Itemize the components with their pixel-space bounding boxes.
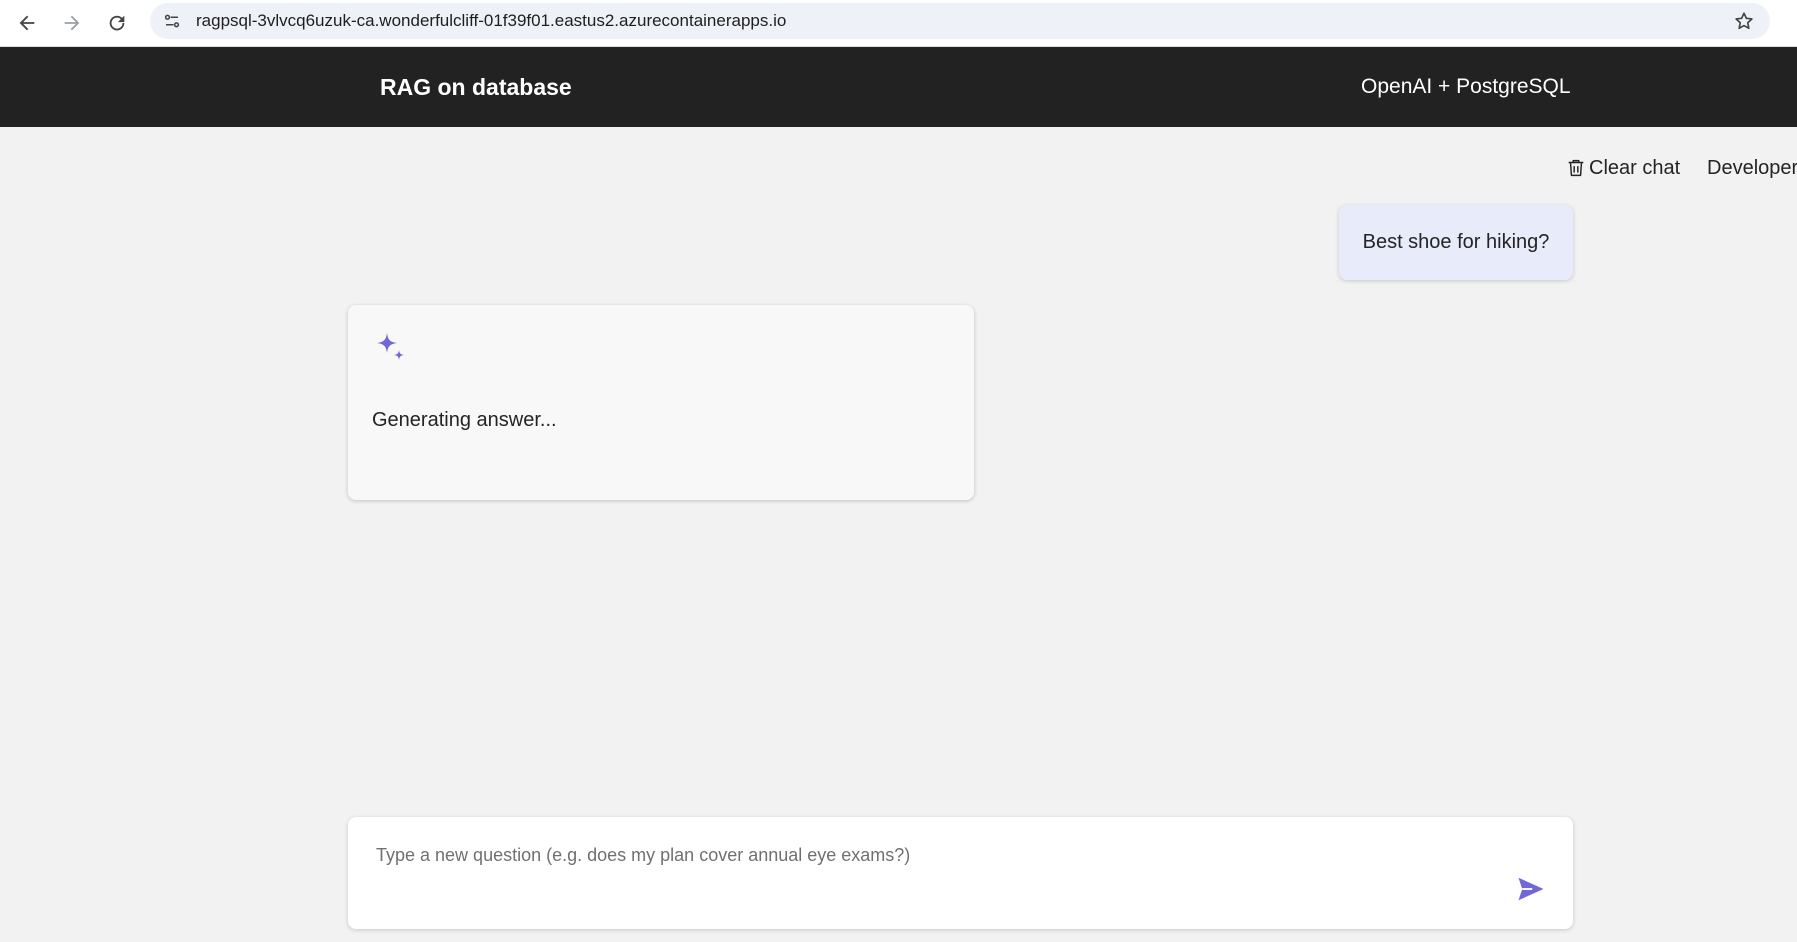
reload-icon [109,15,125,31]
trash-icon [1568,159,1584,177]
developer-settings-label: Developer settings [1707,156,1797,179]
address-bar[interactable]: ragpsql-3vlvcq6uzuk-ca.wonderfulcliff-01… [150,3,1770,39]
user-message: Best shoe for hiking? [1339,205,1573,280]
forward-button[interactable] [55,6,89,40]
reload-button[interactable] [100,6,134,40]
site-info-button[interactable] [158,7,186,35]
generating-status: Generating answer... [372,409,557,431]
question-input[interactable] [374,835,1494,875]
bookmark-button[interactable] [1730,7,1758,35]
back-button[interactable] [10,6,44,40]
send-button[interactable] [1511,869,1551,909]
app-subtitle: OpenAI + PostgreSQL [1361,75,1571,98]
bookmark-star-icon [1735,12,1753,30]
sparkle-icon [377,333,404,360]
user-message-text: Best shoe for hiking? [1362,231,1550,253]
url-text[interactable]: ragpsql-3vlvcq6uzuk-ca.wonderfulcliff-01… [196,3,786,39]
answer-card: Generating answer... [348,305,974,500]
forward-arrow-icon [64,15,80,31]
clear-chat-button[interactable]: Clear chat [1565,152,1680,184]
app-title[interactable]: RAG on database [380,47,572,127]
browser-toolbar: ragpsql-3vlvcq6uzuk-ca.wonderfulcliff-01… [0,0,1797,47]
app-header: RAG on database OpenAI + PostgreSQL [0,47,1797,127]
back-arrow-icon [19,15,35,31]
site-info-icon [164,14,180,28]
developer-settings-button[interactable]: Developer settings [1705,152,1797,184]
clear-chat-label: Clear chat [1589,156,1681,179]
send-icon [1518,877,1544,901]
question-input-container [348,817,1573,929]
